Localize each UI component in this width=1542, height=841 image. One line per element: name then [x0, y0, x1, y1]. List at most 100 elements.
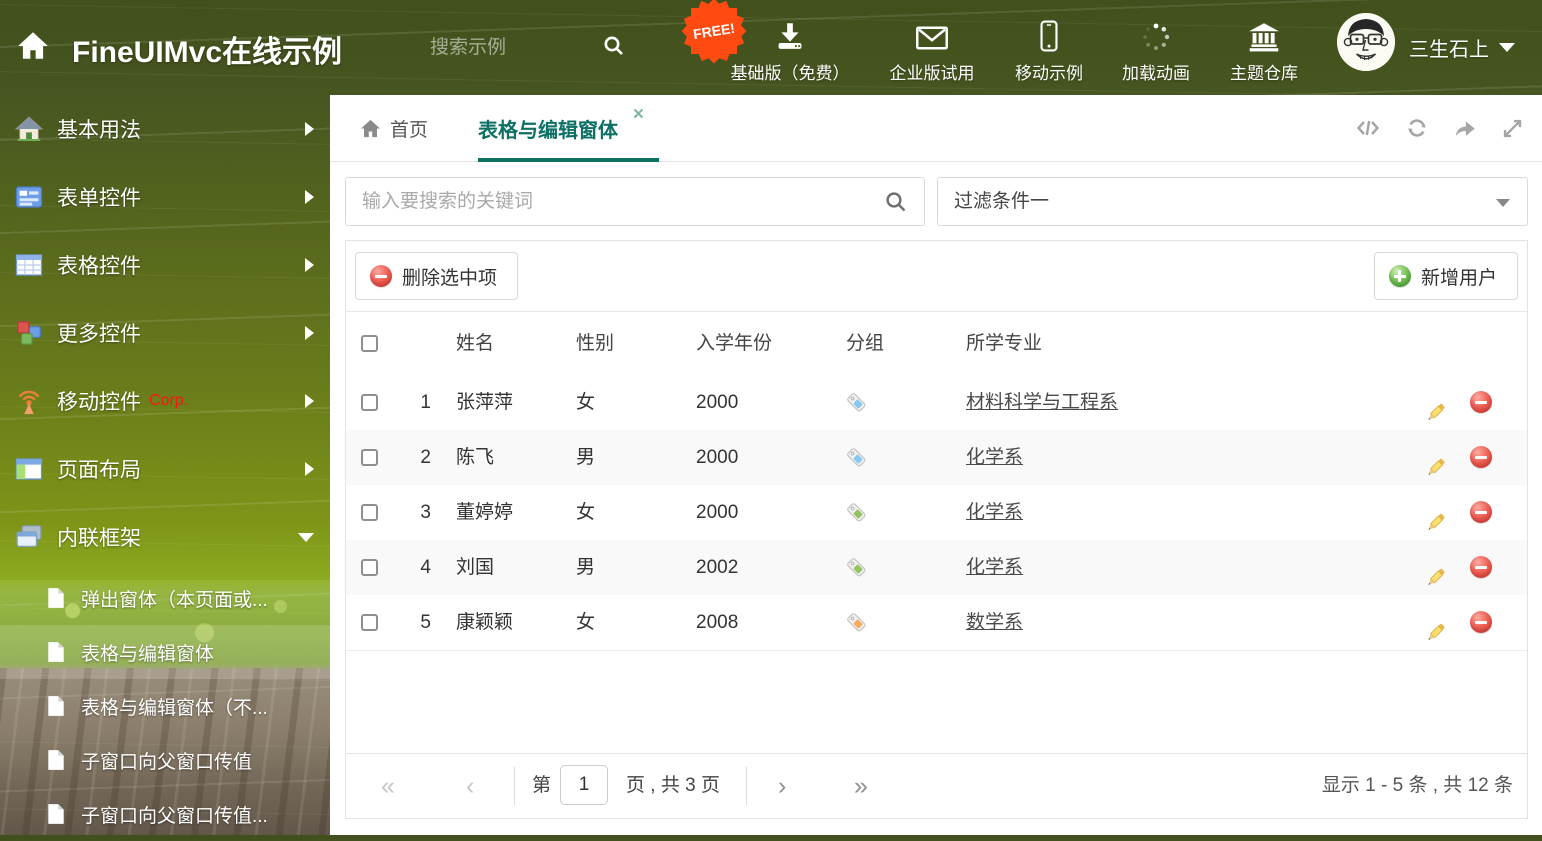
sidebar-item-inline-frame[interactable]: 内联框架: [0, 503, 330, 571]
main-content: 首页 表格与编辑窗体 × 输入要搜索的关键词 过滤条件一 删除选中项 新增用户 …: [330, 95, 1542, 835]
major-link[interactable]: 化学系: [966, 502, 1023, 523]
cell-name: 陈飞: [456, 447, 495, 468]
page-count-label: 页 , 共 3 页: [626, 775, 720, 796]
table-row: 3 董婷婷 女 2000 化学系: [346, 485, 1527, 541]
row-checkbox[interactable]: [361, 559, 378, 576]
add-user-button[interactable]: 新增用户: [1373, 252, 1518, 300]
delete-row-icon[interactable]: [1470, 446, 1492, 468]
expand-icon[interactable]: [1501, 117, 1524, 140]
cell-name: 张萍萍: [456, 392, 514, 413]
chevron-right-icon: [305, 394, 314, 408]
nav-label: 主题仓库: [1230, 64, 1298, 83]
sidebar-item-form-controls[interactable]: 表单控件: [0, 163, 330, 231]
avatar[interactable]: [1337, 13, 1395, 71]
frames-icon: [14, 522, 44, 552]
page-first-button[interactable]: «: [381, 754, 395, 818]
refresh-icon[interactable]: [1405, 116, 1429, 140]
nav-theme-store[interactable]: 主题仓库: [1189, 12, 1339, 84]
sidebar-item-page-layout[interactable]: 页面布局: [0, 435, 330, 503]
sidebar-subitem-child-to-parent-2[interactable]: 子窗口向父窗口传值...: [0, 787, 330, 841]
page-icon: [46, 587, 66, 609]
keyword-search-input[interactable]: [346, 178, 854, 225]
sidebar-submenu: 弹出窗体（本页面或... 表格与编辑窗体 表格与编辑窗体（不... 子窗口向父窗…: [0, 571, 330, 841]
filter-select[interactable]: 过滤条件一: [937, 177, 1528, 226]
cell-year: 2000: [696, 447, 739, 468]
sidebar-subitem-grid-edit-window-2[interactable]: 表格与编辑窗体（不...: [0, 679, 330, 733]
tab-active[interactable]: 表格与编辑窗体 ×: [478, 95, 644, 161]
cell-name: 康颖颖: [456, 612, 514, 633]
filter-selected-value: 过滤条件一: [954, 191, 1050, 212]
sidebar-item-more-controls[interactable]: 更多控件: [0, 299, 330, 367]
row-checkbox[interactable]: [361, 394, 378, 411]
sidebar-subitem-grid-edit-window[interactable]: 表格与编辑窗体: [0, 625, 330, 679]
page-prefix-label: 第: [532, 775, 552, 796]
cell-gender: 男: [576, 447, 596, 468]
tab-home[interactable]: 首页: [360, 95, 428, 161]
app-home-icon[interactable]: [16, 29, 50, 68]
page-icon: [46, 641, 66, 663]
col-header-gender: 性别: [576, 333, 615, 354]
sidebar-item-label: 表单控件: [57, 187, 141, 210]
minus-icon: [370, 265, 392, 287]
user-menu[interactable]: 三生石上: [1409, 0, 1515, 95]
sidebar-item-grid-controls[interactable]: 表格控件: [0, 231, 330, 299]
sidebar-item-basic-usage[interactable]: 基本用法: [0, 95, 330, 163]
sidebar-item-label: 更多控件: [57, 323, 141, 346]
select-all-checkbox[interactable]: [361, 335, 378, 352]
sidebar-item-label: 内联框架: [57, 527, 141, 550]
delete-row-icon[interactable]: [1470, 501, 1492, 523]
major-link[interactable]: 数学系: [966, 612, 1023, 633]
major-link[interactable]: 化学系: [966, 557, 1023, 578]
page-icon: [46, 803, 66, 825]
caret-down-icon: [1496, 199, 1510, 207]
row-checkbox[interactable]: [361, 504, 378, 521]
row-checkbox[interactable]: [361, 614, 378, 631]
page-next-button[interactable]: ›: [778, 754, 786, 818]
filter-row: 过滤条件一: [345, 177, 1528, 228]
share-icon[interactable]: [1453, 117, 1477, 139]
tab-active-underline: [478, 158, 659, 162]
tag-icon: [846, 502, 867, 529]
delete-selected-button[interactable]: 删除选中项: [355, 252, 519, 300]
code-icon[interactable]: [1355, 117, 1381, 139]
sidebar-subitem-label: 子窗口向父窗口传值: [81, 751, 253, 773]
cell-gender: 女: [576, 392, 596, 413]
row-checkbox[interactable]: [361, 449, 378, 466]
sidebar-subitem-label: 表格与编辑窗体（不...: [81, 697, 268, 719]
page-number-input[interactable]: [560, 765, 608, 805]
delete-row-icon[interactable]: [1470, 556, 1492, 578]
page-last-button[interactable]: »: [854, 754, 868, 818]
username: 三生石上: [1409, 39, 1489, 61]
table-header: 姓名 性别 入学年份 分组 所学专业: [346, 311, 1527, 377]
col-header-group: 分组: [846, 333, 885, 354]
header-search-icon[interactable]: [602, 34, 626, 63]
page-prev-button[interactable]: ‹: [466, 754, 474, 818]
delete-row-icon[interactable]: [1470, 391, 1492, 413]
tag-icon: [846, 447, 867, 474]
cell-year: 2000: [696, 502, 739, 523]
table-row: 5 康颖颖 女 2008 数学系: [346, 595, 1527, 651]
edit-icon[interactable]: [1424, 611, 1447, 666]
sidebar-item-label: 基本用法: [57, 119, 141, 142]
home-icon: [14, 114, 44, 144]
grid-panel: 删除选中项 新增用户 姓名 性别 入学年份 分组 所学专业 1 张萍萍 女 20…: [345, 240, 1528, 819]
major-link[interactable]: 化学系: [966, 447, 1023, 468]
sidebar-subitem-child-to-parent[interactable]: 子窗口向父窗口传值: [0, 733, 330, 787]
plus-icon: [1388, 265, 1411, 287]
cell-gender: 女: [576, 612, 596, 633]
chevron-right-icon: [305, 326, 314, 340]
bank-icon: [1189, 12, 1339, 52]
close-icon[interactable]: ×: [633, 105, 644, 124]
tag-icon: [846, 612, 867, 639]
sidebar: 基本用法 表单控件 表格控件 更多控件 移动控件 Corp. 页面布局 内联框架…: [0, 95, 330, 841]
tab-strip: 首页 表格与编辑窗体 ×: [330, 95, 1542, 162]
delete-row-icon[interactable]: [1470, 611, 1492, 633]
caret-down-icon: [1499, 43, 1515, 52]
major-link[interactable]: 材料科学与工程系: [966, 392, 1118, 413]
sidebar-item-mobile-controls[interactable]: 移动控件 Corp.: [0, 367, 330, 435]
nav-basic-edition[interactable]: 基础版（免费）: [715, 12, 865, 84]
sidebar-subitem-popup-window[interactable]: 弹出窗体（本页面或...: [0, 571, 330, 625]
search-icon[interactable]: [884, 190, 908, 219]
row-index: 5: [420, 612, 431, 633]
sidebar-subitem-label: 子窗口向父窗口传值...: [81, 805, 268, 827]
